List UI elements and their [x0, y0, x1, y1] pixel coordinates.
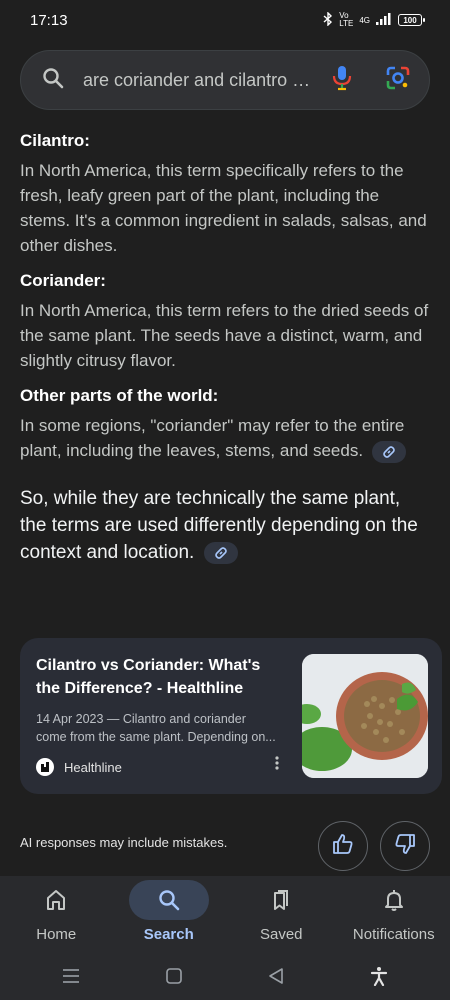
bottom-navigation: Home Search Saved Notifications	[0, 876, 450, 956]
status-bar: 17:13 Vo LTE 4G 100	[0, 0, 450, 40]
signal-icon	[376, 12, 392, 28]
search-icon	[41, 66, 65, 95]
status-time: 17:13	[30, 11, 68, 29]
thumbs-down-button[interactable]	[380, 821, 430, 871]
source-attribution: Healthline	[36, 758, 122, 776]
home-button-icon[interactable]	[165, 967, 183, 990]
section-text: In North America, this term specifically…	[20, 161, 427, 255]
source-snippet: 14 Apr 2023 — Cilantro and coriander com…	[36, 710, 286, 746]
nav-home[interactable]: Home	[0, 880, 112, 943]
section-heading: Coriander:	[20, 271, 106, 290]
system-navigation	[0, 956, 450, 1000]
section-heading: Other parts of the world:	[20, 386, 219, 405]
status-icons: Vo LTE 4G 100	[323, 10, 425, 29]
nav-search[interactable]: Search	[113, 880, 225, 943]
saved-icon	[241, 880, 321, 920]
search-bar[interactable]: are coriander and cilantro the same	[20, 50, 430, 110]
nav-label: Home	[36, 926, 77, 943]
more-options-icon[interactable]	[270, 755, 284, 776]
recent-apps-icon[interactable]	[62, 968, 80, 989]
citation-link-button[interactable]	[203, 541, 238, 564]
back-icon[interactable]	[267, 967, 285, 990]
battery-icon: 100	[398, 14, 425, 26]
citation-link-button[interactable]	[371, 440, 406, 463]
ai-disclaimer: AI responses may include mistakes.	[20, 835, 228, 850]
section-text: In North America, this term refers to th…	[20, 301, 429, 370]
source-title[interactable]: Cilantro vs Coriander: What's the Differ…	[36, 654, 286, 700]
battery-level: 100	[403, 15, 417, 25]
nav-notifications[interactable]: Notifications	[338, 880, 450, 943]
bluetooth-icon	[323, 10, 333, 29]
ai-answer: Cilantro: In North America, this term sp…	[20, 122, 430, 566]
volte-icon: Vo LTE	[339, 11, 354, 28]
source-thumbnail[interactable]	[302, 654, 428, 778]
search-query[interactable]: are coriander and cilantro the same	[83, 70, 313, 91]
source-snippet-line: come from the same plant. Depending on..…	[36, 730, 276, 744]
home-icon	[16, 880, 96, 920]
healthline-logo-icon	[36, 758, 54, 776]
section-heading: Cilantro:	[20, 131, 90, 150]
lens-icon[interactable]	[385, 65, 411, 96]
microphone-icon[interactable]	[331, 65, 353, 96]
source-snippet-line: 14 Apr 2023 — Cilantro and coriander	[36, 712, 246, 726]
bell-icon	[354, 880, 434, 920]
thumbs-up-icon	[332, 833, 354, 860]
search-icon	[128, 880, 209, 920]
thumbs-down-icon	[394, 833, 416, 860]
nav-label: Notifications	[352, 926, 435, 943]
thumbs-up-button[interactable]	[318, 821, 368, 871]
nav-label: Saved	[259, 926, 303, 943]
source-card[interactable]: Cilantro vs Coriander: What's the Differ…	[20, 638, 442, 794]
accessibility-icon[interactable]	[370, 966, 388, 991]
source-name: Healthline	[64, 759, 122, 775]
summary-paragraph: So, while they are technically the same …	[20, 485, 430, 566]
nav-label: Search	[143, 926, 194, 943]
section-text: In some regions, "coriander" may refer t…	[20, 416, 405, 460]
section-paragraph: In some regions, "coriander" may refer t…	[20, 413, 430, 463]
nav-saved[interactable]: Saved	[225, 880, 337, 943]
network-label: 4G	[359, 15, 370, 25]
